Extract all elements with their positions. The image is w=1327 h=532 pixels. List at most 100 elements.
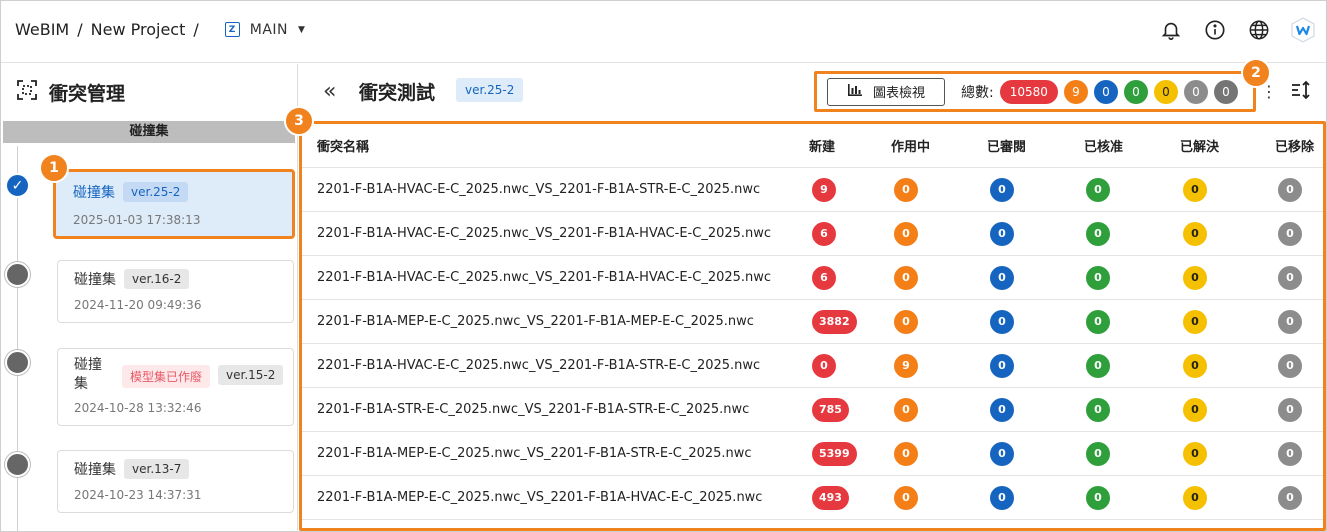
version-chip: ver.25-2 bbox=[123, 182, 189, 202]
double-chevron-left-icon[interactable]: « bbox=[323, 79, 336, 104]
table-row[interactable]: 2201-F-B1A-STR-E-C_2025.nwc_VS_2201-F-B1… bbox=[302, 388, 1323, 432]
approved-count-pill: 0 bbox=[1153, 79, 1178, 104]
top-bar: WeBIM / New Project / Z MAIN ▼ bbox=[1, 1, 1326, 63]
status-count-badge: 0 bbox=[1086, 265, 1110, 290]
status-count-badge: 0 bbox=[1278, 309, 1302, 334]
status-count-badge: 0 bbox=[894, 265, 918, 290]
branch-icon: Z bbox=[224, 22, 240, 37]
clash-test-name: 2201-F-B1A-HVAC-E-C_2025.nwc_VS_2201-F-B… bbox=[317, 358, 761, 373]
status-count-badge: 0 bbox=[990, 353, 1014, 378]
status-count-badge: 0 bbox=[894, 441, 918, 466]
status-count-badge: 0 bbox=[1278, 441, 1302, 466]
sidebar: 衝突管理 碰撞集 ✓ 碰撞集 ver.25-2 2025-01-03 17:38… bbox=[1, 64, 298, 532]
status-count-badge: 0 bbox=[1086, 177, 1110, 202]
status-count-badge: 0 bbox=[894, 485, 918, 510]
chart-view-button[interactable]: 圖表檢視 bbox=[827, 77, 945, 106]
column-header-resolved[interactable]: 已解決 bbox=[1180, 136, 1219, 155]
caret-down-icon: ▼ bbox=[298, 24, 306, 35]
table-row[interactable]: 2201-F-B1A-HVAC-E-C_2025.nwc_VS_2201-F-B… bbox=[302, 212, 1323, 256]
branch-selector[interactable]: Z MAIN ▼ bbox=[224, 21, 306, 38]
status-count-badge: 0 bbox=[894, 221, 918, 246]
snapshot-title: 集 bbox=[74, 376, 88, 392]
table-row[interactable]: 2201-F-B1A-HVAC-E-C_2025.nwc_VS_2201-F-B… bbox=[302, 168, 1323, 212]
status-count-badge: 6 bbox=[812, 265, 836, 290]
snapshot-date: 2024-10-28 13:32:46 bbox=[74, 401, 202, 415]
breadcrumb-separator: / bbox=[77, 20, 83, 39]
status-count-badge: 0 bbox=[1086, 441, 1110, 466]
status-count-badge: 0 bbox=[1086, 309, 1110, 334]
table-row[interactable]: 2201-F-B1A-HVAC-E-C_2025.nwc_VS_2201-F-B… bbox=[302, 344, 1323, 388]
status-count-badge: 0 bbox=[1278, 221, 1302, 246]
status-count-badge: 0 bbox=[894, 177, 918, 202]
top-icons bbox=[1158, 17, 1316, 43]
status-count-badge: 0 bbox=[990, 177, 1014, 202]
column-header-new[interactable]: 新建 bbox=[809, 136, 835, 155]
status-count-badge: 0 bbox=[990, 397, 1014, 422]
callout-2: 2 bbox=[1241, 58, 1271, 88]
status-count-badge: 0 bbox=[990, 221, 1014, 246]
snapshot-item[interactable]: 碰撞集 ver.16-2 2024-11-20 09:49:36 bbox=[57, 260, 294, 323]
clash-test-name: 2201-F-B1A-HVAC-E-C_2025.nwc_VS_2201-F-B… bbox=[317, 270, 772, 285]
table-row[interactable]: 2201-F-B1A-MEP-E-C_2025.nwc_VS_2201-F-B1… bbox=[302, 432, 1323, 476]
status-count-badge: 0 bbox=[812, 353, 836, 378]
snapshot-item[interactable]: 碰撞集 ver.25-2 2025-01-03 17:38:13 bbox=[53, 169, 295, 239]
status-count-badge: 0 bbox=[1086, 353, 1110, 378]
clash-table: 衝突名稱 新建 作用中 已審閱 已核准 已解決 已移除 2201-F-B1A-H… bbox=[299, 121, 1326, 531]
status-count-badge: 0 bbox=[894, 309, 918, 334]
column-header-approved[interactable]: 已核准 bbox=[1084, 136, 1123, 155]
resolved-count-pill: 0 bbox=[1183, 79, 1208, 104]
status-count-badge: 0 bbox=[1183, 485, 1207, 510]
table-row[interactable]: 2201-F-B1A-HVAC-E-C_2025.nwc_VS_2201-F-B… bbox=[302, 256, 1323, 300]
table-row[interactable]: 2201-F-B1A-MEP-E-C_2025.nwc_VS_2201-F-B1… bbox=[302, 300, 1323, 344]
status-count-badge: 0 bbox=[894, 397, 918, 422]
breadcrumb-separator: / bbox=[193, 20, 199, 39]
status-count-badge: 0 bbox=[990, 441, 1014, 466]
sidebar-title: 衝突管理 bbox=[49, 83, 126, 105]
page-title: 衝突測試 bbox=[359, 82, 436, 104]
sidebar-header: 衝突管理 bbox=[15, 78, 125, 107]
group-header: 碰撞集 bbox=[3, 121, 295, 143]
status-count-badge: 0 bbox=[1183, 265, 1207, 290]
status-count-badge: 9 bbox=[812, 177, 836, 202]
snapshot-date: 2024-10-23 14:37:31 bbox=[74, 488, 202, 502]
snapshot-item[interactable]: 碰撞 集 模型集已作廢 ver.15-2 2024-10-28 13:32:46 bbox=[57, 348, 294, 426]
table-row[interactable]: 2201-F-B1A-MEP-E-C_2025.nwc_VS_2201-F-B1… bbox=[302, 476, 1323, 520]
snapshot-item[interactable]: 碰撞集 ver.13-7 2024-10-23 14:37:31 bbox=[57, 450, 294, 513]
callout-1: 1 bbox=[39, 153, 69, 183]
clash-test-name: 2201-F-B1A-HVAC-E-C_2025.nwc_VS_2201-F-B… bbox=[317, 226, 772, 241]
status-count-badge: 0 bbox=[990, 485, 1014, 510]
chart-view-label: 圖表檢視 bbox=[872, 85, 925, 100]
snapshot-title: 碰撞集 bbox=[74, 462, 116, 478]
webim-logo-icon[interactable] bbox=[1290, 17, 1316, 43]
main-header: « 衝突測試 ver.25-2 圖表檢視 總數: 10580 9 0 0 0 0… bbox=[299, 64, 1326, 119]
branch-label: MAIN bbox=[249, 21, 289, 38]
clash-test-name: 2201-F-B1A-MEP-E-C_2025.nwc_VS_2201-F-B1… bbox=[317, 490, 763, 505]
breadcrumb-root[interactable]: WeBIM bbox=[15, 20, 69, 39]
status-count-badge: 0 bbox=[1086, 397, 1110, 422]
status-count-badge: 0 bbox=[990, 265, 1014, 290]
removed-count-pill: 0 bbox=[1213, 79, 1238, 104]
sort-icon[interactable] bbox=[1290, 79, 1312, 105]
column-header-active[interactable]: 作用中 bbox=[891, 136, 930, 155]
timeline-dot bbox=[5, 262, 30, 287]
globe-icon[interactable] bbox=[1246, 17, 1272, 43]
status-count-badge: 0 bbox=[1086, 485, 1110, 510]
status-count-badge: 0 bbox=[1086, 221, 1110, 246]
column-header-name[interactable]: 衝突名稱 bbox=[317, 136, 369, 155]
version-chip: ver.16-2 bbox=[124, 269, 190, 289]
bell-icon[interactable] bbox=[1158, 17, 1184, 43]
status-count-badge: 0 bbox=[1183, 441, 1207, 466]
status-count-badge: 0 bbox=[1183, 221, 1207, 246]
clash-test-name: 2201-F-B1A-HVAC-E-C_2025.nwc_VS_2201-F-B… bbox=[317, 182, 761, 197]
table-header: 衝突名稱 新建 作用中 已審閱 已核准 已解決 已移除 bbox=[302, 124, 1323, 168]
column-header-removed[interactable]: 已移除 bbox=[1275, 136, 1314, 155]
status-count-badge: 0 bbox=[1278, 397, 1302, 422]
total-count-pill: 10580 bbox=[999, 79, 1058, 104]
timeline-dot bbox=[5, 350, 30, 375]
active-count-pill: 0 bbox=[1093, 79, 1118, 104]
info-icon[interactable] bbox=[1202, 17, 1228, 43]
status-count-badge: 493 bbox=[812, 485, 849, 510]
column-header-reviewed[interactable]: 已審閱 bbox=[987, 136, 1026, 155]
breadcrumb-project[interactable]: New Project bbox=[91, 20, 186, 39]
snapshot-date: 2025-01-03 17:38:13 bbox=[73, 213, 201, 227]
